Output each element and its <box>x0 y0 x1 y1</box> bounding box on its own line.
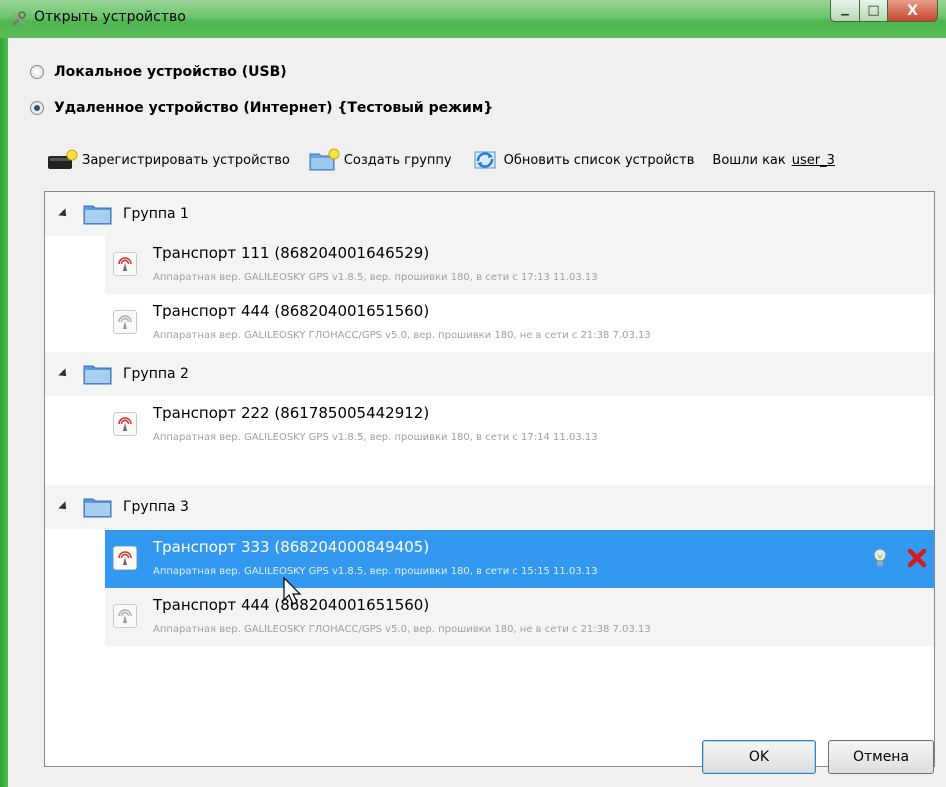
delete-icon[interactable] <box>906 547 928 569</box>
expand-arrow-icon[interactable] <box>58 501 70 513</box>
device-row-selected[interactable]: Транспорт 333 (868204000849405) Аппаратн… <box>105 530 934 588</box>
group-label: Группа 2 <box>123 366 189 382</box>
maximize-icon: □ <box>867 3 880 18</box>
group-row[interactable]: Группа 1 <box>45 192 934 236</box>
group-row[interactable]: Группа 2 <box>45 352 934 396</box>
online-antenna-icon <box>113 412 137 436</box>
expand-arrow-icon[interactable] <box>58 208 70 220</box>
create-group-button[interactable]: Создать группу <box>308 148 452 172</box>
online-antenna-icon <box>113 252 137 276</box>
register-device-label: Зарегистрировать устройство <box>82 152 290 168</box>
folder-icon <box>83 365 112 385</box>
window-title: Открыть устройство <box>34 9 186 25</box>
refresh-devices-label: Обновить список устройств <box>503 152 695 168</box>
device-row[interactable]: Транспорт 111 (868204001646529) Аппаратн… <box>105 236 934 294</box>
close-button[interactable]: X <box>888 0 938 22</box>
device-subtitle: Аппаратная вер. GALILEOSKY ГЛОНАСС/GPS v… <box>153 624 651 635</box>
register-device-button[interactable]: Зарегистрировать устройство <box>46 149 290 171</box>
lightbulb-icon[interactable] <box>870 547 890 569</box>
group-label: Группа 3 <box>123 499 189 515</box>
remote-device-label: Удаленное устройство (Интернет) {Тестовы… <box>54 100 494 116</box>
window-controls: ▁ □ X <box>830 0 938 22</box>
device-row[interactable]: Транспорт 444 (868204001651560) Аппаратн… <box>105 588 934 646</box>
device-subtitle: Аппаратная вер. GALILEOSKY GPS v1.8.5, в… <box>153 566 598 577</box>
dialog-content: Локальное устройство (USB) Удаленное уст… <box>8 38 946 787</box>
close-icon: X <box>907 2 918 19</box>
create-group-label: Создать группу <box>343 152 452 168</box>
offline-antenna-icon <box>113 310 137 334</box>
wrench-tools-icon <box>10 10 28 28</box>
device-title: Транспорт 444 (868204001651560) <box>153 302 430 320</box>
device-subtitle: Аппаратная вер. GALILEOSKY GPS v1.8.5, в… <box>153 432 598 443</box>
folder-icon <box>83 205 112 225</box>
remote-device-option[interactable]: Удаленное устройство (Интернет) {Тестовы… <box>30 100 493 116</box>
cancel-label: Отмена <box>852 749 910 765</box>
expand-arrow-icon[interactable] <box>58 368 70 380</box>
window-left-border <box>0 38 8 787</box>
group-row[interactable]: Группа 3 <box>45 485 934 529</box>
local-device-radio[interactable] <box>30 65 44 79</box>
device-row[interactable]: Транспорт 222 (861785005442912) Аппаратн… <box>105 396 934 454</box>
device-row[interactable]: Транспорт 444 (868204001651560) Аппаратн… <box>105 294 934 352</box>
user-link[interactable]: user_3 <box>792 153 835 168</box>
refresh-devices-button[interactable]: Обновить список устройств <box>470 147 695 173</box>
mouse-cursor-icon <box>283 576 302 605</box>
register-device-icon <box>48 149 78 169</box>
offline-antenna-icon <box>113 604 137 628</box>
refresh-icon <box>474 151 496 169</box>
create-folder-icon <box>309 148 340 171</box>
group-label: Группа 1 <box>123 206 189 222</box>
minimize-icon: ▁ <box>841 5 849 16</box>
device-subtitle: Аппаратная вер. GALILEOSKY ГЛОНАСС/GPS v… <box>153 330 651 341</box>
open-device-window: Открыть устройство ▁ □ X Локальное устро… <box>0 0 946 787</box>
logged-in-info: Вошли как user_3 <box>712 153 834 168</box>
online-antenna-icon <box>113 546 137 570</box>
device-toolbar: Зарегистрировать устройство Создать груп… <box>46 145 946 175</box>
ok-button[interactable]: OK <box>702 740 816 774</box>
minimize-button[interactable]: ▁ <box>830 0 860 22</box>
folder-icon <box>83 498 112 518</box>
device-title: Транспорт 333 (868204000849405) <box>153 538 430 556</box>
device-title: Транспорт 111 (868204001646529) <box>153 244 430 262</box>
local-device-label: Локальное устройство (USB) <box>54 64 287 80</box>
row-actions <box>870 547 928 569</box>
title-bar[interactable]: Открыть устройство ▁ □ X <box>0 0 946 38</box>
ok-label: OK <box>748 749 770 765</box>
maximize-button[interactable]: □ <box>860 0 888 22</box>
logged-in-prefix: Вошли как <box>712 152 786 168</box>
device-subtitle: Аппаратная вер. GALILEOSKY GPS v1.8.5, в… <box>153 272 598 283</box>
remote-device-radio[interactable] <box>30 101 44 115</box>
local-device-option[interactable]: Локальное устройство (USB) <box>30 64 287 80</box>
cancel-button[interactable]: Отмена <box>828 740 934 774</box>
device-title: Транспорт 222 (861785005442912) <box>153 404 430 422</box>
device-tree[interactable]: Группа 1 Транспорт 111 (868204001646529)… <box>44 191 935 767</box>
